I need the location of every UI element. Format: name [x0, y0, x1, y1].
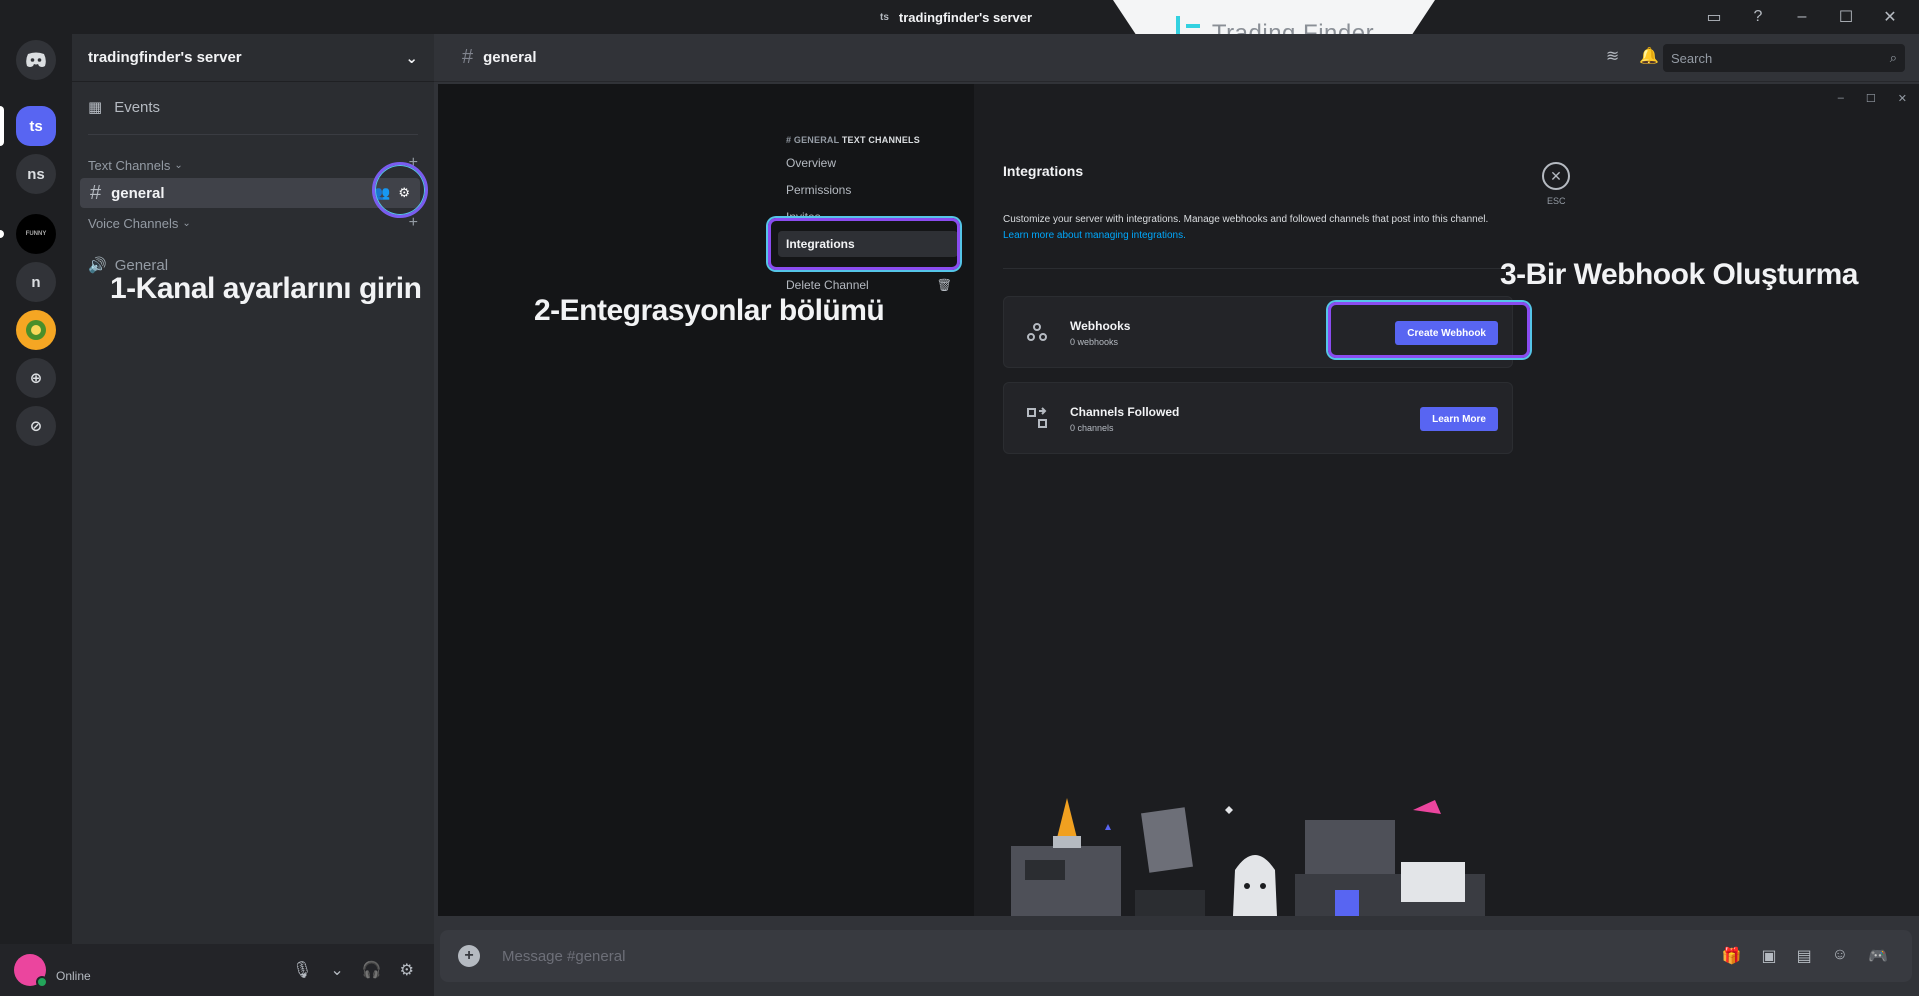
learn-more-link[interactable]: Learn more about managing integrations. [1003, 230, 1186, 241]
window-title: ts tradingfinder's server [880, 10, 1032, 25]
threads-icon[interactable]: ≋ [1606, 46, 1619, 66]
integrations-highlight-box [768, 218, 960, 270]
nav-permissions[interactable]: Permissions [778, 177, 958, 203]
guild-ns[interactable]: ns [16, 154, 56, 194]
search-icon: ⌕ [1889, 50, 1897, 65]
headphones-icon[interactable]: 🎧 [362, 960, 382, 980]
add-server-icon[interactable]: ⊕ [16, 358, 56, 398]
minimize-icon[interactable]: – [1791, 6, 1813, 28]
server-mini-icon: ts [880, 12, 889, 23]
unread-pill [0, 230, 4, 238]
channels-followed-count: 0 channels [1070, 423, 1114, 433]
events-label: Events [114, 98, 161, 116]
category-label: Voice Channels [88, 216, 179, 231]
server-header[interactable]: tradingfinder's server ⌄ [72, 34, 434, 82]
gear-icon[interactable]: ⚙ [400, 960, 414, 980]
delete-channel-label: Delete Channel [786, 278, 869, 292]
webhook-icon [1027, 323, 1047, 341]
discord-home-icon[interactable] [16, 40, 56, 80]
close-window-icon[interactable]: ✕ [1879, 6, 1901, 28]
minimize-icon[interactable]: – [1838, 92, 1844, 105]
channels-followed-card: Channels Followed 0 channels Learn More [1003, 382, 1513, 454]
annotation-step3: 3-Bir Webhook Oluşturma [1500, 258, 1859, 291]
nav-title-category: TEXT CHANNELS [841, 135, 920, 145]
help-icon[interactable]: ? [1747, 6, 1769, 28]
calendar-icon: ▦ [88, 99, 103, 116]
page-title: Integrations [1003, 163, 1084, 179]
guild-funny[interactable]: FUNNY [16, 214, 56, 254]
events-item[interactable]: ▦ Events [88, 98, 161, 117]
message-input[interactable]: Message #general [502, 948, 625, 965]
divider [1003, 268, 1513, 269]
guild-n[interactable]: n [16, 262, 56, 302]
channel-name: general [111, 184, 165, 202]
close-settings-icon[interactable]: ✕ [1542, 162, 1570, 190]
nav-title-channel: # GENERAL [786, 135, 840, 145]
annotation-step2: 2-Entegrasyonlar bölümü [534, 294, 885, 327]
avatar[interactable] [14, 954, 48, 988]
hash-icon: # [462, 46, 474, 68]
search-input[interactable]: Search ⌕ [1663, 44, 1905, 72]
category-label: Text Channels [88, 158, 171, 173]
message-composer[interactable]: + Message #general 🎁 ▣ ▤ ☺ 🎮 [440, 930, 1912, 982]
voice-channel-name: General [114, 256, 169, 274]
trash-icon: 🗑 [936, 278, 952, 292]
server-name: tradingfinder's server [88, 49, 242, 66]
webhooks-title: Webhooks [1070, 319, 1131, 333]
settings-nav-title: # GENERAL TEXT CHANNELS [786, 135, 920, 145]
esc-label: ESC [1547, 196, 1566, 206]
activities-icon[interactable]: 🎮 [1868, 946, 1888, 966]
learn-more-button[interactable]: Learn More [1420, 407, 1498, 431]
channels-followed-title: Channels Followed [1070, 405, 1180, 419]
microphone-icon[interactable]: 🎙 [292, 960, 312, 980]
active-pill [0, 106, 4, 146]
speaker-icon: 🔊 [88, 257, 107, 274]
title-bar: ts tradingfinder's server ▭ ? – ☐ ✕ [0, 0, 1919, 34]
add-voice-channel-icon[interactable]: + [409, 214, 418, 232]
chevron-down-icon: ⌄ [174, 160, 183, 171]
nav-overview[interactable]: Overview [778, 150, 958, 176]
emoji-icon[interactable]: ☺ [1832, 946, 1848, 966]
empty-state-illustration [1011, 798, 1485, 916]
settings-highlight-circle [372, 162, 428, 218]
sticker-icon[interactable]: ▤ [1797, 946, 1812, 966]
hash-icon: # [90, 181, 102, 204]
voice-channels-category[interactable]: Voice Channels ⌄ [88, 216, 191, 231]
attach-plus-icon[interactable]: + [458, 945, 480, 967]
create-webhook-highlight-box [1328, 302, 1530, 358]
window-title-text: tradingfinder's server [898, 10, 1033, 25]
server-rail: ts ns FUNNY n ⊕ ⊘ [0, 34, 72, 996]
chevron-down-icon: ⌄ [405, 49, 418, 67]
chevron-down-icon: ⌄ [182, 218, 191, 229]
gif-icon[interactable]: ▣ [1761, 946, 1776, 966]
integrations-description: Customize your server with integrations.… [1003, 214, 1489, 225]
channel-general[interactable]: # general 👥 ⚙ [80, 178, 420, 208]
divider [88, 134, 418, 135]
explore-icon[interactable]: ⊘ [16, 406, 56, 446]
close-window-icon[interactable]: ✕ [1898, 92, 1907, 105]
status-text: Online [56, 969, 91, 983]
maximize-icon[interactable]: ☐ [1866, 92, 1876, 105]
guild-yellow[interactable] [16, 310, 56, 350]
text-channels-category[interactable]: Text Channels ⌄ [88, 158, 183, 173]
gift-icon[interactable]: 🎁 [1722, 946, 1742, 966]
bell-icon[interactable]: 🔔 [1639, 46, 1659, 66]
channel-sidebar: tradingfinder's server ⌄ ▦ Events Text C… [72, 34, 434, 996]
chevron-down-icon[interactable]: ⌄ [330, 960, 343, 980]
inbox-icon[interactable]: ▭ [1703, 6, 1725, 28]
user-panel: Online 🎙 ⌄ 🎧 ⚙ [0, 944, 434, 996]
follow-channels-icon [1027, 407, 1047, 428]
guild-ts[interactable]: ts [16, 106, 56, 146]
annotation-step1: 1-Kanal ayarlarını girin [110, 272, 422, 305]
webhooks-count: 0 webhooks [1070, 337, 1119, 347]
chat-channel-name: general [483, 49, 537, 66]
maximize-icon[interactable]: ☐ [1835, 6, 1857, 28]
online-dot [36, 976, 48, 988]
search-placeholder: Search [1671, 50, 1713, 66]
